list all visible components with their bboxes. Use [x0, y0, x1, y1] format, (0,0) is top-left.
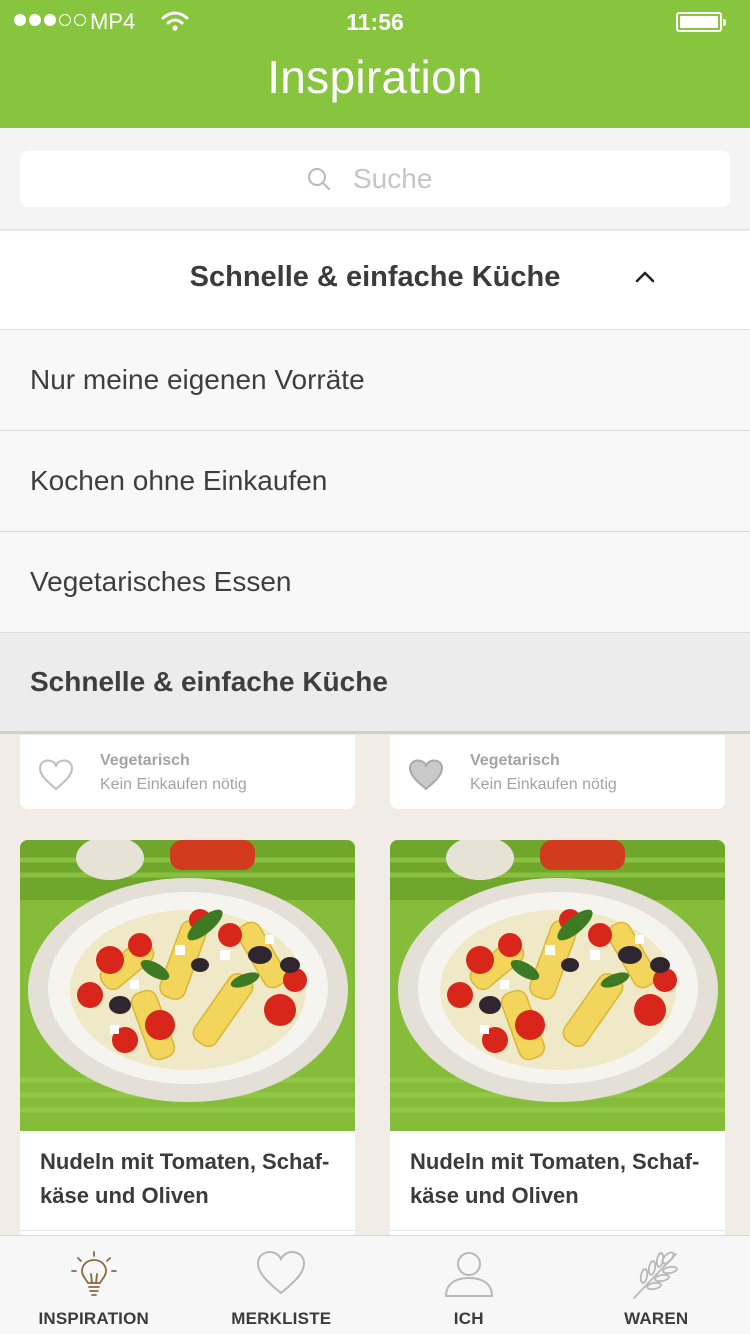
dropdown-option-own-stock[interactable]: Nur meine eigenen Vorräte [0, 330, 750, 431]
tab-label: MERKLISTE [231, 1309, 332, 1328]
wheat-icon [633, 1251, 679, 1299]
chevron-up-icon[interactable] [635, 269, 655, 283]
search-area [0, 128, 750, 230]
dropdown-option-label: Schnelle & einfache Küche [30, 666, 388, 697]
tab-label: INSPIRATION [38, 1309, 149, 1328]
recipe-card-info[interactable]: Vegetarisch Kein Einkaufen nötig [20, 735, 355, 809]
divider [20, 1230, 355, 1231]
dropdown-option-vegetarian[interactable]: Vegetarisches Essen [0, 532, 750, 633]
recipe-title: Nudeln mit Tomaten, Schaf-käse und Olive… [410, 1149, 700, 1208]
recipe-image [20, 840, 355, 1131]
category-dropdown[interactable]: Schnelle & einfache Küche [0, 231, 750, 330]
recipe-card[interactable]: Nudeln mit Tomaten, Schaf-käse und Olive… [20, 840, 355, 1240]
dropdown-option-label: Vegetarisches Essen [30, 566, 292, 597]
heart-icon [257, 1250, 306, 1295]
heart-outline-icon[interactable] [38, 759, 74, 791]
lightbulb-icon [70, 1251, 117, 1296]
status-bar: MP4 11:56 [0, 0, 750, 44]
recipe-image [390, 840, 725, 1131]
tab-merkliste[interactable]: MERKLISTE [188, 1236, 376, 1334]
recipe-note: Kein Einkaufen nötig [470, 776, 617, 793]
dropdown-option-no-shopping[interactable]: Kochen ohne Einkaufen [0, 431, 750, 532]
tab-bar: INSPIRATION MERKLISTE ICH WAREN [0, 1235, 750, 1334]
tab-label: ICH [453, 1309, 484, 1328]
recipe-card-info[interactable]: Vegetarisch Kein Einkaufen nötig [390, 735, 725, 809]
dropdown-option-label: Nur meine eigenen Vorräte [30, 364, 365, 395]
heart-filled-icon[interactable] [408, 759, 444, 791]
status-time: 11:56 [346, 9, 404, 35]
divider [390, 1230, 725, 1231]
dropdown-option-quick-easy[interactable]: Schnelle & einfache Küche [0, 633, 750, 734]
recipe-card[interactable]: Nudeln mit Tomaten, Schaf-käse und Olive… [390, 840, 725, 1240]
tab-inspiration[interactable]: INSPIRATION [0, 1236, 188, 1334]
tab-waren[interactable]: WAREN [563, 1236, 750, 1334]
tab-ich[interactable]: ICH [375, 1236, 563, 1334]
person-icon [444, 1252, 493, 1297]
recipe-title: Nudeln mit Tomaten, Schaf-käse und Olive… [40, 1149, 330, 1208]
recipe-note: Kein Einkaufen nötig [100, 776, 247, 793]
dropdown-option-label: Kochen ohne Einkaufen [30, 465, 328, 496]
app-header: MP4 11:56 Inspiration [0, 0, 750, 128]
tab-label: WAREN [624, 1309, 689, 1328]
page-title: Inspiration [267, 51, 483, 103]
battery-icon [676, 12, 726, 32]
search-box[interactable] [20, 151, 730, 207]
search-icon [308, 168, 330, 190]
recipe-tag: Vegetarisch [470, 752, 560, 769]
recipe-tag: Vegetarisch [100, 752, 190, 769]
search-input[interactable] [353, 163, 443, 195]
